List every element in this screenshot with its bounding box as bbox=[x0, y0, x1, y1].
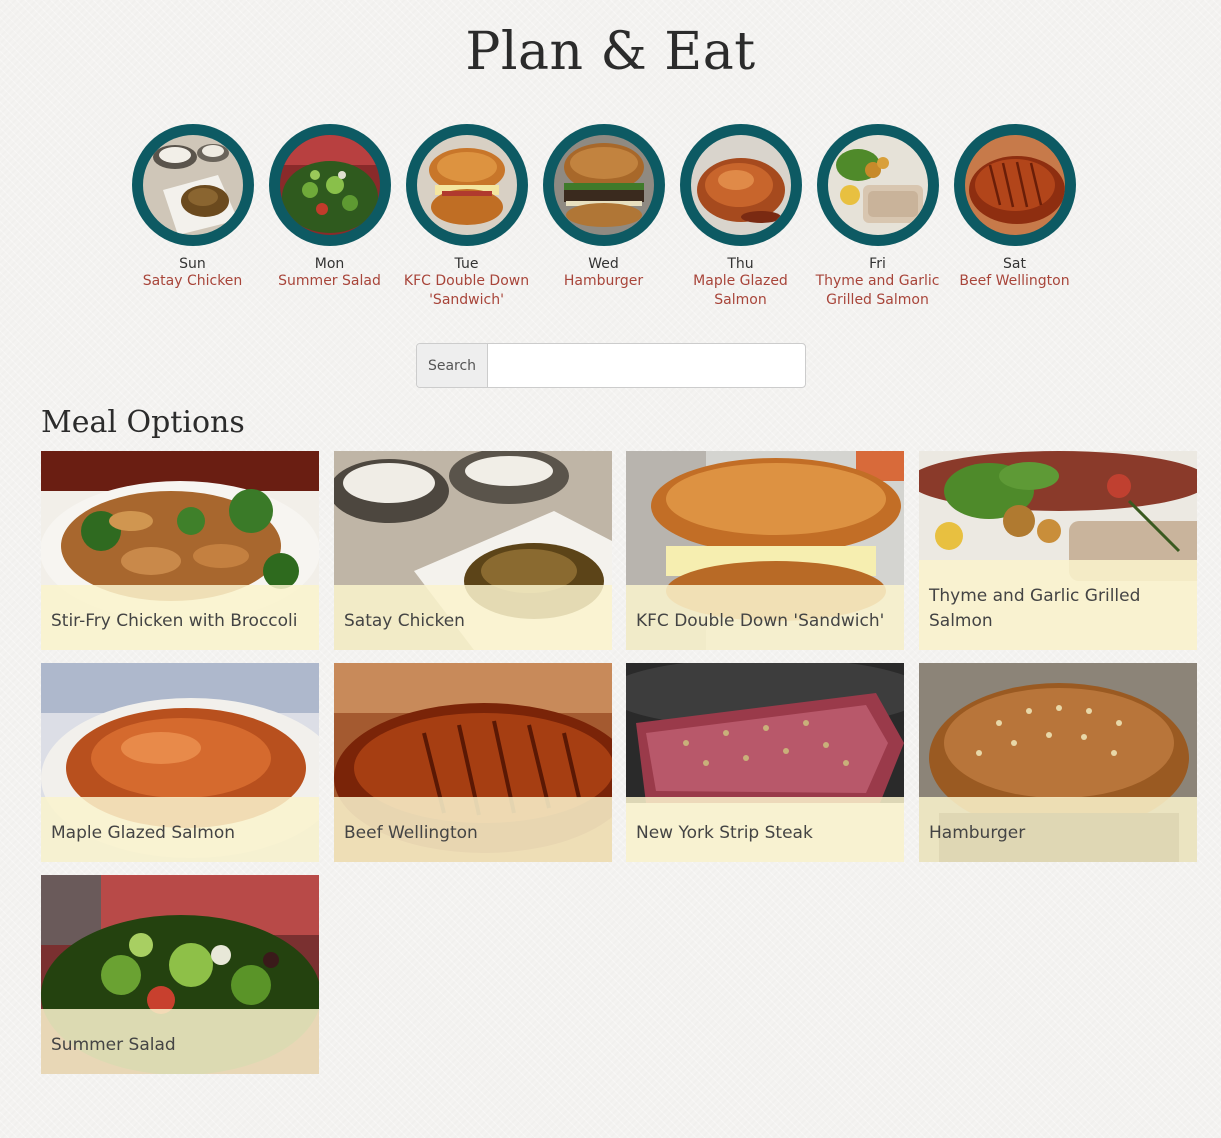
meal-card-beef-wellington[interactable]: Beef Wellington bbox=[334, 663, 612, 862]
day-tue: Tue KFC Double Down 'Sandwich' bbox=[398, 124, 535, 310]
day-name-sun: Sun bbox=[179, 256, 206, 272]
day-meal-link-fri[interactable]: Thyme and Garlic Grilled Salmon bbox=[809, 272, 946, 310]
meal-options-title: Meal Options bbox=[41, 405, 245, 440]
day-meal-image-wed[interactable] bbox=[542, 124, 665, 246]
satay-chicken-photo bbox=[142, 135, 243, 235]
day-thu: Thu Maple Glazed Salmon bbox=[672, 124, 809, 310]
search-label: Search bbox=[417, 344, 488, 387]
thyme-garlic-salmon-photo bbox=[827, 135, 928, 235]
day-wed: Wed Hamburger bbox=[535, 124, 672, 291]
meal-card-satay-chicken[interactable]: Satay Chicken bbox=[334, 451, 612, 650]
day-name-thu: Thu bbox=[727, 256, 754, 272]
day-meal-image-thu[interactable] bbox=[679, 124, 802, 246]
day-meal-image-mon[interactable] bbox=[268, 124, 391, 246]
meal-card-hamburger[interactable]: Hamburger bbox=[919, 663, 1197, 862]
day-name-fri: Fri bbox=[869, 256, 886, 272]
day-meal-link-mon[interactable]: Summer Salad bbox=[261, 272, 398, 291]
search-input[interactable] bbox=[488, 344, 805, 387]
day-meal-link-tue[interactable]: KFC Double Down 'Sandwich' bbox=[398, 272, 535, 310]
day-meal-image-sun[interactable] bbox=[131, 124, 254, 246]
meal-card-kfc-double-down[interactable]: KFC Double Down 'Sandwich' bbox=[626, 451, 904, 650]
meal-card-summer-salad[interactable]: Summer Salad bbox=[41, 875, 319, 1074]
meal-card-stir-fry-chicken[interactable]: Stir-Fry Chicken with Broccoli bbox=[41, 451, 319, 650]
day-fri: Fri Thyme and Garlic Grilled Salmon bbox=[809, 124, 946, 310]
meal-card-title: New York Strip Steak bbox=[626, 797, 904, 862]
day-name-tue: Tue bbox=[454, 256, 479, 272]
meal-card-maple-glazed-salmon[interactable]: Maple Glazed Salmon bbox=[41, 663, 319, 862]
day-meal-link-thu[interactable]: Maple Glazed Salmon bbox=[672, 272, 809, 310]
summer-salad-photo bbox=[279, 135, 380, 235]
day-sun: Sun Satay Chicken bbox=[124, 124, 261, 291]
meal-card-title: Thyme and Garlic Grilled Salmon bbox=[919, 560, 1197, 650]
hamburger-photo bbox=[553, 135, 654, 235]
kfc-double-down-photo bbox=[416, 135, 517, 235]
search-bar: Search bbox=[416, 343, 806, 388]
meal-card-title: Summer Salad bbox=[41, 1009, 319, 1074]
meal-card-new-york-strip-steak[interactable]: New York Strip Steak bbox=[626, 663, 904, 862]
meal-card-title: Beef Wellington bbox=[334, 797, 612, 862]
meal-card-title: Hamburger bbox=[919, 797, 1197, 862]
meal-card-title: Maple Glazed Salmon bbox=[41, 797, 319, 862]
meal-card-title: Satay Chicken bbox=[334, 585, 612, 650]
day-meal-link-wed[interactable]: Hamburger bbox=[535, 272, 672, 291]
beef-wellington-photo bbox=[964, 135, 1065, 235]
meal-card-title: KFC Double Down 'Sandwich' bbox=[626, 585, 904, 650]
day-name-sat: Sat bbox=[1003, 256, 1026, 272]
day-meal-image-fri[interactable] bbox=[816, 124, 939, 246]
day-meal-image-sat[interactable] bbox=[953, 124, 1076, 246]
page-title: Plan & Eat bbox=[465, 22, 756, 82]
meal-card-thyme-garlic-salmon[interactable]: Thyme and Garlic Grilled Salmon bbox=[919, 451, 1197, 650]
meal-card-title: Stir-Fry Chicken with Broccoli bbox=[41, 585, 319, 650]
day-name-wed: Wed bbox=[588, 256, 619, 272]
day-meal-link-sat[interactable]: Beef Wellington bbox=[946, 272, 1083, 291]
day-mon: Mon Summer Salad bbox=[261, 124, 398, 291]
day-sat: Sat Beef Wellington bbox=[946, 124, 1083, 291]
day-meal-link-sun[interactable]: Satay Chicken bbox=[124, 272, 261, 291]
day-name-mon: Mon bbox=[314, 256, 345, 272]
day-meal-image-tue[interactable] bbox=[405, 124, 528, 246]
maple-glazed-salmon-photo bbox=[690, 135, 791, 235]
